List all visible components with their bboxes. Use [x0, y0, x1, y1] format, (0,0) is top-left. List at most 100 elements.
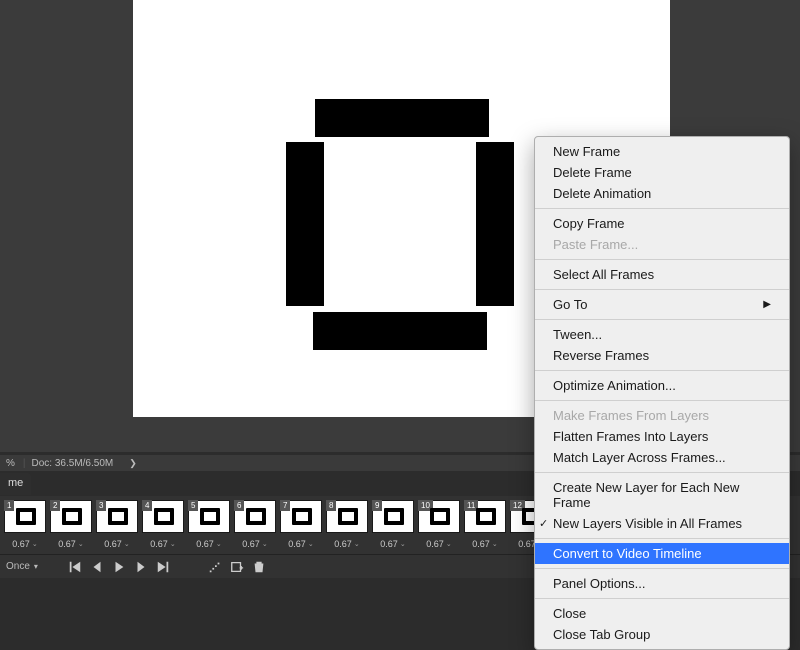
- timeline-frame[interactable]: 70.67⌄: [280, 500, 322, 549]
- status-chevron-icon[interactable]: ❯: [117, 458, 137, 469]
- frame-duration[interactable]: 0.67⌄: [380, 539, 405, 549]
- menu-flatten-frames-into-layers[interactable]: Flatten Frames Into Layers: [535, 426, 789, 447]
- menu-close-tab-group[interactable]: Close Tab Group: [535, 624, 789, 645]
- menu-new-frame[interactable]: New Frame: [535, 141, 789, 162]
- frame-number: 1: [4, 500, 14, 511]
- frame-duration[interactable]: 0.67⌄: [196, 539, 221, 549]
- frame-duration[interactable]: 0.67⌄: [150, 539, 175, 549]
- menu-copy-frame[interactable]: Copy Frame: [535, 213, 789, 234]
- menu-separator: [535, 472, 789, 473]
- submenu-arrow-icon: ▶: [763, 299, 771, 310]
- menu-separator: [535, 370, 789, 371]
- menu-delete-animation[interactable]: Delete Animation: [535, 183, 789, 204]
- timeline-frame[interactable]: 5 0.67⌄: [188, 500, 230, 549]
- chevron-down-icon: ⌄: [262, 540, 268, 548]
- frame-number: 3: [96, 500, 106, 511]
- chevron-down-icon: ⌄: [492, 540, 498, 548]
- chevron-down-icon: ▾: [34, 562, 38, 571]
- frame-thumbnail-shape: [338, 508, 358, 525]
- frame-thumbnail-shape: [62, 508, 82, 525]
- trash-icon[interactable]: [252, 560, 266, 574]
- menu-close[interactable]: Close: [535, 603, 789, 624]
- frame-number: 4: [142, 500, 152, 511]
- menu-separator: [535, 598, 789, 599]
- menu-separator: [535, 289, 789, 290]
- frame-duration[interactable]: 0.67⌄: [288, 539, 313, 549]
- menu-reverse-frames[interactable]: Reverse Frames: [535, 345, 789, 366]
- chevron-down-icon: ⌄: [78, 540, 84, 548]
- frame-thumbnail-shape: [246, 508, 266, 525]
- frame-thumbnail-shape: [430, 508, 450, 525]
- next-frame-icon[interactable]: [134, 560, 148, 574]
- menu-separator: [535, 400, 789, 401]
- menu-delete-frame[interactable]: Delete Frame: [535, 162, 789, 183]
- menu-match-layer-across-frames[interactable]: Match Layer Across Frames...: [535, 447, 789, 468]
- status-divider: |: [21, 458, 28, 469]
- shape-segment-bottom: [313, 312, 487, 350]
- timeline-frame[interactable]: 110.67⌄: [464, 500, 506, 549]
- play-icon[interactable]: [112, 560, 126, 574]
- frame-number: 6: [234, 500, 244, 511]
- timeline-frame[interactable]: 2 0.67⌄: [50, 500, 92, 549]
- timeline-frame[interactable]: 4 0.67⌄: [142, 500, 184, 549]
- frame-thumbnail-shape: [200, 508, 220, 525]
- menu-separator: [535, 538, 789, 539]
- frame-number: 8: [326, 500, 336, 511]
- timeline-frame[interactable]: 1 0.67⌄: [4, 500, 46, 549]
- shape-segment-top: [315, 99, 489, 137]
- chevron-down-icon: ⌄: [400, 540, 406, 548]
- shape-segment-left: [286, 142, 324, 306]
- chevron-down-icon: ⌄: [216, 540, 222, 548]
- chevron-down-icon: ⌄: [446, 540, 452, 548]
- menu-convert-to-video-timeline[interactable]: Convert to Video Timeline: [535, 543, 789, 564]
- timeline-panel-tab[interactable]: me: [0, 473, 31, 495]
- frame-thumbnail-shape: [384, 508, 404, 525]
- menu-separator: [535, 259, 789, 260]
- frame-number: 5: [188, 500, 198, 511]
- loop-mode-dropdown[interactable]: Once ▾: [6, 561, 38, 572]
- frame-number: 9: [372, 500, 382, 511]
- frame-duration[interactable]: 0.67⌄: [12, 539, 37, 549]
- frame-duration[interactable]: 0.67⌄: [426, 539, 451, 549]
- menu-separator: [535, 208, 789, 209]
- menu-separator: [535, 568, 789, 569]
- tween-icon[interactable]: [208, 560, 222, 574]
- menu-select-all-frames[interactable]: Select All Frames: [535, 264, 789, 285]
- doc-size-label: Doc: 36.5M/6.50M: [28, 458, 118, 469]
- menu-panel-options[interactable]: Panel Options...: [535, 573, 789, 594]
- frame-duration[interactable]: 0.67⌄: [58, 539, 83, 549]
- new-frame-icon[interactable]: [230, 560, 244, 574]
- frame-duration[interactable]: 0.67⌄: [242, 539, 267, 549]
- menu-new-layers-visible-all-frames[interactable]: ✓New Layers Visible in All Frames: [535, 513, 789, 534]
- chevron-down-icon: ⌄: [32, 540, 38, 548]
- chevron-down-icon: ⌄: [124, 540, 130, 548]
- frame-thumbnail-shape: [108, 508, 128, 525]
- chevron-down-icon: ⌄: [354, 540, 360, 548]
- frame-duration[interactable]: 0.67⌄: [104, 539, 129, 549]
- frame-thumbnail-shape: [292, 508, 312, 525]
- frame-thumbnail-shape: [16, 508, 36, 525]
- zoom-percent-tail[interactable]: %: [0, 458, 21, 469]
- menu-separator: [535, 319, 789, 320]
- timeline-frame[interactable]: 8 0.67⌄: [326, 500, 368, 549]
- prev-frame-icon[interactable]: [90, 560, 104, 574]
- menu-optimize-animation[interactable]: Optimize Animation...: [535, 375, 789, 396]
- last-frame-icon[interactable]: [156, 560, 170, 574]
- chevron-down-icon: ⌄: [308, 540, 314, 548]
- timeline-frame[interactable]: 100.67⌄: [418, 500, 460, 549]
- frame-duration[interactable]: 0.67⌄: [472, 539, 497, 549]
- timeline-frame[interactable]: 3 0.67⌄: [96, 500, 138, 549]
- menu-tween[interactable]: Tween...: [535, 324, 789, 345]
- menu-create-new-layer-each-frame[interactable]: Create New Layer for Each New Frame: [535, 477, 789, 513]
- timeline-frame[interactable]: 9 0.67⌄: [372, 500, 414, 549]
- loop-mode-label: Once: [6, 561, 30, 572]
- checkmark-icon: ✓: [539, 517, 548, 530]
- shape-segment-right: [476, 142, 514, 306]
- frame-number: 2: [50, 500, 60, 511]
- panel-context-menu: New Frame Delete Frame Delete Animation …: [534, 136, 790, 650]
- frame-duration[interactable]: 0.67⌄: [334, 539, 359, 549]
- menu-paste-frame: Paste Frame...: [535, 234, 789, 255]
- first-frame-icon[interactable]: [68, 560, 82, 574]
- menu-go-to[interactable]: Go To▶: [535, 294, 789, 315]
- timeline-frame[interactable]: 6 0.67⌄: [234, 500, 276, 549]
